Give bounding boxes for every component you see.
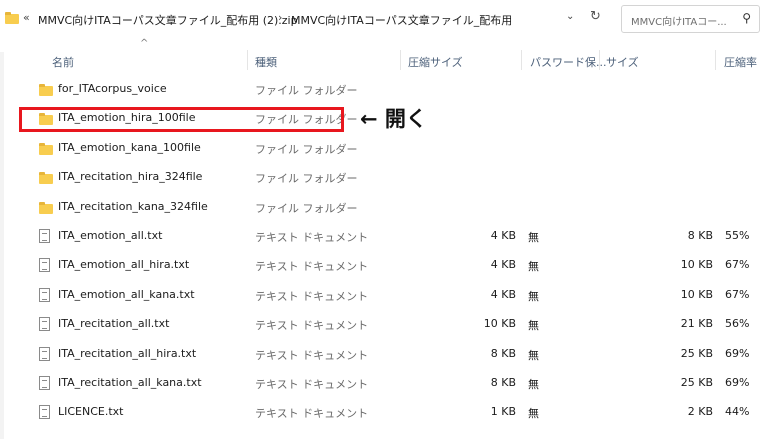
file-name: ITA_recitation_all.txt: [58, 317, 170, 331]
file-size: 21 KB: [680, 317, 713, 331]
file-ratio: 67%: [725, 258, 750, 272]
folder-row[interactable]: ITA_recitation_hira_324file ファイル フォルダー: [30, 166, 760, 190]
file-name: ITA_recitation_hira_324file: [58, 170, 203, 184]
file-type: テキスト ドキュメント: [255, 289, 369, 303]
column-divider[interactable]: [715, 50, 716, 70]
file-ratio: 69%: [725, 346, 750, 360]
column-header-name[interactable]: 名前: [52, 54, 74, 70]
column-divider[interactable]: [521, 50, 522, 70]
file-name: ITA_emotion_all_hira.txt: [58, 258, 190, 272]
chevron-down-icon[interactable]: ⌄: [566, 11, 574, 22]
file-password: 無: [528, 378, 539, 391]
file-row[interactable]: LICENCE.txt テキスト ドキュメント 無 44% 1 KB 2 KB: [30, 401, 760, 425]
file-compressed-size: 4 KB: [490, 287, 516, 301]
file-name: ITA_emotion_kana_100file: [58, 140, 201, 154]
folder-icon: [39, 84, 53, 96]
text-file-icon: [39, 317, 50, 332]
file-row[interactable]: ITA_emotion_all.txt テキスト ドキュメント 無 55% 4 KB 8 …: [30, 225, 760, 249]
highlight-box: [19, 107, 344, 132]
file-compressed-size: 10 KB: [483, 317, 516, 331]
file-name: ITA_emotion_all.txt: [58, 229, 163, 242]
file-compressed-size: 8 KB: [490, 376, 516, 389]
file-password: 無: [528, 260, 539, 274]
breadcrumb-folder[interactable]: MMVC向けITAコーパス文章ファイル_配布用: [291, 12, 512, 28]
folder-row[interactable]: ITA_recitation_kana_324file ファイル フォルダー: [30, 196, 760, 220]
file-ratio: 69%: [725, 376, 750, 389]
file-row[interactable]: ITA_recitation_all_hira.txt テキスト ドキュメント 無 6…: [30, 343, 760, 367]
column-header-type[interactable]: 種類: [255, 54, 277, 70]
folder-row[interactable]: ITA_emotion_kana_100file ファイル フォルダー: [30, 137, 760, 161]
file-ratio: 44%: [725, 405, 750, 419]
file-compressed-size: 4 KB: [490, 229, 516, 242]
file-row[interactable]: ITA_recitation_all.txt テキスト ドキュメント 無 56% 10 …: [30, 313, 760, 337]
file-size: 2 KB: [687, 405, 713, 419]
folder-icon: [39, 142, 53, 155]
file-name: ITA_recitation_kana_324file: [58, 199, 208, 213]
file-password: 無: [528, 289, 539, 303]
folder-row[interactable]: for_ITAcorpus_voice ファイル フォルダー: [30, 78, 760, 102]
file-compressed-size: 4 KB: [490, 258, 516, 272]
text-file-icon: [39, 376, 50, 390]
text-file-icon: [39, 405, 50, 420]
scrollbar[interactable]: [0, 52, 4, 439]
breadcrumb-overflow-icon[interactable]: «: [23, 11, 30, 24]
breadcrumb-zip[interactable]: MMVC向けITAコーパス文章ファイル_配布用 (2).zip: [38, 12, 298, 28]
file-ratio: 67%: [725, 287, 750, 301]
address-bar: « MMVC向けITAコーパス文章ファイル_配布用 (2).zip › MMVC…: [0, 0, 768, 38]
file-type: テキスト ドキュメント: [255, 348, 369, 362]
file-size: 10 KB: [680, 258, 713, 272]
file-row[interactable]: ITA_recitation_all_kana.txt テキスト ドキュメント 無 6…: [30, 372, 760, 396]
column-header-ratio[interactable]: 圧縮率: [724, 54, 757, 70]
column-header-compressed-size[interactable]: 圧縮サイズ: [408, 54, 463, 70]
column-divider[interactable]: [400, 50, 401, 70]
file-type: テキスト ドキュメント: [255, 319, 369, 333]
file-name: LICENCE.txt: [58, 405, 124, 419]
search-icon[interactable]: ⚲: [742, 11, 751, 25]
file-row[interactable]: ITA_emotion_all_kana.txt テキスト ドキュメント 無 67% 4…: [30, 284, 760, 308]
file-name: for_ITAcorpus_voice: [58, 82, 167, 95]
file-type: テキスト ドキュメント: [255, 231, 369, 244]
column-divider[interactable]: [247, 50, 248, 70]
annotation-open-label: ← 開く: [360, 107, 427, 131]
file-type: ファイル フォルダー: [255, 84, 358, 97]
file-name: ITA_recitation_all_hira.txt: [58, 346, 197, 360]
file-compressed-size: 8 KB: [490, 346, 516, 360]
file-password: 無: [528, 319, 539, 333]
column-header-size[interactable]: サイズ: [606, 54, 639, 70]
file-compressed-size: 1 KB: [490, 405, 516, 419]
file-password: 無: [528, 231, 539, 244]
file-type: ファイル フォルダー: [255, 201, 358, 215]
sort-indicator-icon: ^: [140, 38, 149, 49]
file-row[interactable]: ITA_emotion_all_hira.txt テキスト ドキュメント 無 67% 4…: [30, 254, 760, 278]
file-size: 8 KB: [687, 229, 713, 242]
folder-icon: [39, 201, 53, 214]
file-name: ITA_emotion_all_kana.txt: [58, 287, 195, 301]
column-header-password[interactable]: パスワード保...: [530, 54, 607, 70]
file-size: 25 KB: [680, 346, 713, 360]
text-file-icon: [39, 258, 50, 273]
file-ratio: 55%: [725, 229, 750, 242]
text-file-icon: [39, 346, 50, 361]
file-type: ファイル フォルダー: [255, 142, 358, 156]
file-password: 無: [528, 348, 539, 362]
file-size: 10 KB: [680, 287, 713, 301]
file-ratio: 56%: [725, 317, 750, 331]
file-type: テキスト ドキュメント: [255, 378, 369, 391]
column-divider[interactable]: [599, 50, 600, 70]
file-type: ファイル フォルダー: [255, 172, 358, 186]
breadcrumb-separator-icon: ›: [278, 11, 283, 24]
search-input[interactable]: MMVC向けITAコー... ⚲: [621, 5, 760, 33]
folder-icon: [5, 12, 19, 24]
file-size: 25 KB: [680, 376, 713, 389]
file-password: 無: [528, 407, 539, 421]
search-placeholder: MMVC向けITAコー...: [631, 17, 727, 28]
folder-icon: [39, 172, 53, 185]
text-file-icon: [39, 287, 50, 302]
text-file-icon: [39, 229, 50, 243]
file-type: テキスト ドキュメント: [255, 407, 369, 421]
file-name: ITA_recitation_all_kana.txt: [58, 376, 202, 389]
file-type: テキスト ドキュメント: [255, 260, 369, 274]
refresh-icon[interactable]: ↻: [590, 9, 601, 24]
